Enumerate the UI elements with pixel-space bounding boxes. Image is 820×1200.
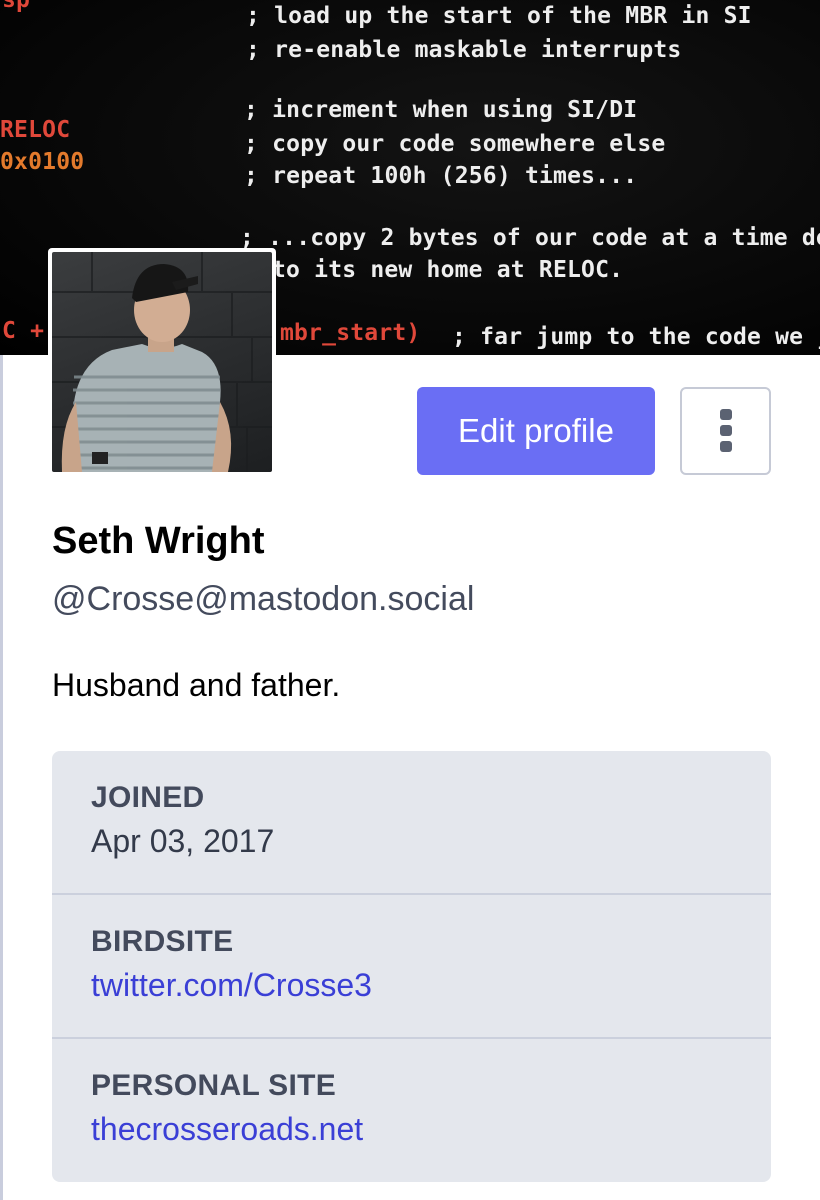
kebab-vertical-icon <box>719 409 732 452</box>
code-line: ; repeat 100h (256) times... <box>244 163 638 189</box>
field-label: BIRDSITE <box>91 925 234 958</box>
field-personal-site: PERSONAL SITE thecrosseroads.net <box>52 1039 771 1182</box>
field-joined: JOINED Apr 03, 2017 <box>52 751 771 895</box>
code-line: ; re-enable maskable interrupts <box>246 37 682 63</box>
edit-profile-button[interactable]: Edit profile <box>417 387 655 475</box>
account-handle: @Crosse@mastodon.social <box>52 580 475 618</box>
code-line: RELOC <box>0 117 71 143</box>
code-line: sp <box>2 0 31 13</box>
code-line: ; far jump to the code we ju <box>452 324 820 350</box>
avatar[interactable] <box>48 248 276 476</box>
field-label: PERSONAL SITE <box>91 1069 337 1102</box>
code-line: ; copy our code somewhere else <box>244 131 666 157</box>
code-line: ; increment when using SI/DI <box>244 97 638 123</box>
display-name: Seth Wright <box>52 520 265 562</box>
field-birdsite: BIRDSITE twitter.com/Crosse3 <box>52 895 771 1039</box>
profile-page: sp ; load up the start of the MBR in SI … <box>0 0 820 1200</box>
code-line: C + <box>2 318 45 344</box>
code-line: to its new home at RELOC. <box>272 257 624 283</box>
column-edge <box>0 355 3 1200</box>
field-value: Apr 03, 2017 <box>91 823 275 859</box>
profile-bio: Husband and father. <box>52 667 341 703</box>
avatar-portrait-illustration <box>52 252 272 472</box>
code-line: ; load up the start of the MBR in SI <box>246 3 752 29</box>
code-line: 0x0100 <box>0 149 85 175</box>
field-link-twitter[interactable]: twitter.com/Crosse3 <box>91 967 771 1004</box>
code-line: ; ...copy 2 bytes of our code at a time … <box>240 225 820 251</box>
profile-fields: JOINED Apr 03, 2017 BIRDSITE twitter.com… <box>52 751 771 1182</box>
code-line: mbr_start) <box>280 320 421 346</box>
field-label: JOINED <box>91 781 205 814</box>
avatar-photo <box>52 252 272 472</box>
more-options-button[interactable] <box>680 387 771 475</box>
field-link-website[interactable]: thecrosseroads.net <box>91 1111 771 1148</box>
